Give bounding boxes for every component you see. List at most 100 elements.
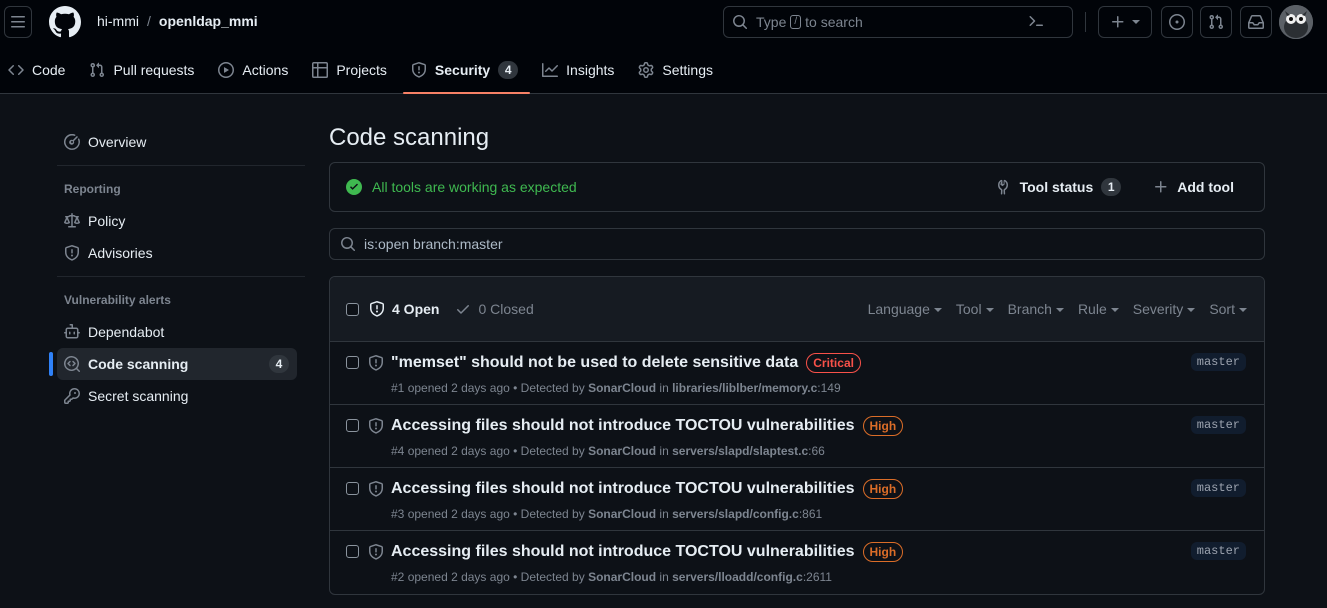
add-tool-button[interactable]: Add tool xyxy=(1153,179,1234,195)
sidebar-item-policy[interactable]: Policy xyxy=(49,205,305,237)
tab-actions-label: Actions xyxy=(242,62,289,78)
tool-dropdown[interactable]: Tool xyxy=(956,301,994,317)
alert-number: #2 xyxy=(391,570,405,584)
alert-opened: opened 2 days ago xyxy=(407,381,510,395)
plus-icon xyxy=(1112,16,1124,28)
menu-button[interactable] xyxy=(4,6,32,38)
alert-line: :66 xyxy=(808,444,825,458)
branch-label: master xyxy=(1190,416,1246,434)
sidebar-item-overview[interactable]: Overview xyxy=(49,126,305,158)
filter-query: is:open branch:master xyxy=(364,236,503,252)
alert-checkbox[interactable] xyxy=(346,356,359,369)
alert-in: in xyxy=(659,570,669,584)
closed-alerts-filter[interactable]: 0 Closed xyxy=(455,301,534,317)
add-tool-label: Add tool xyxy=(1177,179,1234,195)
severity-badge: Critical xyxy=(806,353,861,373)
code-scanning-counter: 4 xyxy=(269,355,289,373)
tab-pull-requests-label: Pull requests xyxy=(113,62,195,78)
search-placeholder-prefix: Type xyxy=(756,14,787,30)
sidebar-divider xyxy=(57,276,305,277)
rule-dropdown-label: Rule xyxy=(1077,301,1107,317)
hamburger-icon xyxy=(11,16,25,28)
shield-icon xyxy=(65,245,79,261)
severity-badge: High xyxy=(862,479,904,499)
select-all-checkbox[interactable] xyxy=(346,302,359,316)
tool-status-counter: 1 xyxy=(1101,178,1122,196)
language-dropdown[interactable]: Language xyxy=(868,301,942,317)
chevron-down-icon xyxy=(1132,20,1140,24)
sidebar-item-secret-scanning-label: Secret scanning xyxy=(88,388,189,404)
alert-title-link[interactable]: Accessing files should not introduce TOC… xyxy=(391,417,855,435)
alert-row[interactable]: "memset" should not be used to delete se… xyxy=(330,342,1264,405)
create-new-button[interactable] xyxy=(1098,6,1152,38)
notifications-button[interactable] xyxy=(1240,6,1272,38)
tab-security[interactable]: Security 4 xyxy=(402,52,531,94)
git-pull-request-icon xyxy=(90,62,105,78)
search-placeholder-suffix: to search xyxy=(805,14,863,30)
security-sidebar: Overview Reporting Policy Advisories Vul… xyxy=(49,126,305,412)
sidebar-item-advisories[interactable]: Advisories xyxy=(49,237,305,269)
alert-location: servers/slapd/config.c xyxy=(672,507,799,521)
breadcrumb-separator: / xyxy=(147,13,151,29)
github-logo-icon[interactable] xyxy=(49,6,81,38)
open-alerts-filter[interactable]: 4 Open xyxy=(369,301,439,317)
tab-insights[interactable]: Insights xyxy=(534,52,626,88)
alert-tool: SonarCloud xyxy=(588,381,657,395)
pull-requests-button[interactable] xyxy=(1200,6,1232,38)
plus-icon xyxy=(1155,181,1167,193)
alert-checkbox[interactable] xyxy=(346,545,359,558)
branch-dropdown[interactable]: Branch xyxy=(1008,301,1064,317)
alert-row[interactable]: Accessing files should not introduce TOC… xyxy=(330,468,1264,531)
dependabot-icon xyxy=(64,324,80,339)
sidebar-item-overview-label: Overview xyxy=(88,134,147,150)
sidebar-divider xyxy=(57,165,305,166)
alerts-filter-input[interactable]: is:open branch:master xyxy=(329,228,1265,260)
tab-code[interactable]: Code xyxy=(0,52,77,88)
repo-nav: Code Pull requests Actions Projects Secu… xyxy=(0,52,725,94)
global-search-input[interactable]: Type / to search xyxy=(723,6,1073,38)
sort-dropdown[interactable]: Sort xyxy=(1209,301,1247,317)
alert-number: #3 xyxy=(391,507,405,521)
alert-title-link[interactable]: "memset" should not be used to delete se… xyxy=(391,354,798,372)
tab-security-label: Security xyxy=(434,62,491,78)
tab-pull-requests[interactable]: Pull requests xyxy=(81,52,206,88)
command-palette-icon[interactable] xyxy=(1028,13,1044,29)
repo-name-link[interactable]: openldap_mmi xyxy=(159,13,258,29)
check-icon xyxy=(457,305,470,314)
alert-title-link[interactable]: Accessing files should not introduce TOC… xyxy=(391,480,855,498)
alert-checkbox[interactable] xyxy=(346,419,359,432)
user-avatar[interactable] xyxy=(1279,5,1313,39)
tab-actions[interactable]: Actions xyxy=(210,52,300,88)
alert-tool: SonarCloud xyxy=(588,570,657,584)
alert-row[interactable]: Accessing files should not introduce TOC… xyxy=(330,405,1264,468)
search-slash-key: / xyxy=(790,15,802,29)
severity-dropdown[interactable]: Severity xyxy=(1133,301,1196,317)
alert-checkbox[interactable] xyxy=(346,482,359,495)
shield-icon xyxy=(369,418,383,434)
alert-title-link[interactable]: Accessing files should not introduce TOC… xyxy=(391,543,855,561)
tab-settings[interactable]: Settings xyxy=(630,52,725,88)
sidebar-item-code-scanning[interactable]: Code scanning 4 xyxy=(49,348,297,380)
alert-meta: #3 opened 2 days ago • Detected by Sonar… xyxy=(391,507,822,521)
alert-location: libraries/liblber/memory.c xyxy=(672,381,818,395)
tab-code-label: Code xyxy=(32,62,66,78)
alert-line: :861 xyxy=(798,507,823,521)
tool-status-label: Tool status xyxy=(1019,179,1094,195)
page-title: Code scanning xyxy=(329,124,490,151)
graph-icon xyxy=(542,63,559,77)
alert-row[interactable]: Accessing files should not introduce TOC… xyxy=(330,531,1264,594)
main-content: Code scanning All tools are working as e… xyxy=(329,120,1265,595)
tab-projects[interactable]: Projects xyxy=(304,52,399,88)
alert-location: servers/slapd/slaptest.c xyxy=(672,444,809,458)
tool-status-button[interactable]: Tool status 1 xyxy=(996,178,1122,196)
sort-dropdown-label: Sort xyxy=(1209,301,1235,317)
branch-label: master xyxy=(1190,353,1246,371)
sidebar-item-dependabot-label: Dependabot xyxy=(88,324,165,340)
issues-button[interactable] xyxy=(1161,6,1193,38)
search-icon xyxy=(341,237,356,252)
repo-owner-link[interactable]: hi-mmi xyxy=(97,13,139,29)
sidebar-item-dependabot[interactable]: Dependabot xyxy=(49,316,305,348)
shield-icon xyxy=(369,481,383,497)
rule-dropdown[interactable]: Rule xyxy=(1078,301,1119,317)
sidebar-item-secret-scanning[interactable]: Secret scanning xyxy=(49,380,305,412)
